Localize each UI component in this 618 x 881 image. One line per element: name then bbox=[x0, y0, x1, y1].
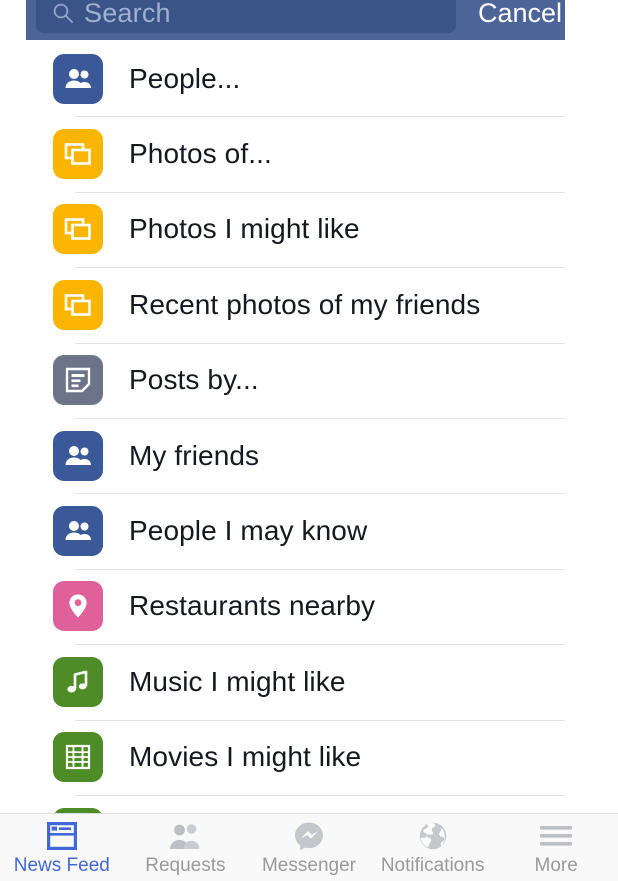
search-suggestions-list[interactable]: People... Photos of... Photos I might li… bbox=[0, 41, 565, 813]
bottom-tab-bar: News Feed Requests Messenger Notificatio… bbox=[0, 813, 618, 881]
tab-more[interactable]: More bbox=[494, 814, 618, 881]
list-item-label: People... bbox=[129, 62, 241, 94]
list-item-label: Photos of... bbox=[129, 138, 272, 170]
location-pin-icon bbox=[53, 581, 103, 632]
list-item-label: Photos I might like bbox=[129, 213, 360, 245]
search-icon bbox=[52, 2, 74, 24]
list-item-label: People I may know bbox=[129, 515, 368, 547]
hamburger-icon bbox=[539, 820, 573, 852]
list-item[interactable]: Recent photos of my friends bbox=[0, 267, 565, 342]
list-item[interactable]: Restaurants nearby bbox=[0, 568, 565, 644]
list-item-label: Recent photos of my friends bbox=[129, 288, 481, 320]
photos-icon bbox=[53, 279, 103, 330]
tab-messenger[interactable]: Messenger bbox=[247, 814, 371, 881]
post-icon bbox=[53, 355, 103, 406]
people-icon bbox=[53, 430, 103, 481]
list-item[interactable]: Movies I might like bbox=[0, 719, 565, 795]
list-item[interactable]: Posts by... bbox=[0, 342, 565, 418]
search-placeholder: Search bbox=[84, 0, 171, 28]
list-item[interactable]: Photos of... bbox=[0, 116, 565, 191]
friend-requests-icon bbox=[168, 820, 202, 852]
list-item-label: Movies I might like bbox=[129, 741, 362, 773]
list-item[interactable] bbox=[0, 794, 565, 813]
list-item-label: My friends bbox=[129, 439, 260, 471]
photos-icon bbox=[53, 129, 103, 180]
film-strip-icon bbox=[53, 732, 103, 783]
list-item-label: Posts by... bbox=[129, 364, 259, 396]
cancel-button[interactable]: Cancel bbox=[478, 0, 562, 29]
list-item[interactable]: People I may know bbox=[0, 493, 565, 568]
list-item-label: Music I might like bbox=[129, 665, 346, 697]
tab-notifications[interactable]: Notifications bbox=[371, 814, 495, 881]
list-item[interactable]: Music I might like bbox=[0, 644, 565, 719]
tab-label: Messenger bbox=[261, 855, 356, 876]
people-icon bbox=[53, 506, 103, 557]
tab-label: Notifications bbox=[380, 855, 485, 876]
tab-label: More bbox=[534, 855, 578, 876]
messenger-icon bbox=[294, 820, 324, 852]
search-header: Search Cancel bbox=[26, 0, 565, 40]
facebook-search-screen: Search Cancel People... Photos of... Pho… bbox=[0, 0, 618, 881]
list-item[interactable]: Photos I might like bbox=[0, 191, 565, 267]
tab-requests[interactable]: Requests bbox=[124, 814, 248, 881]
list-item-label: Restaurants nearby bbox=[129, 590, 376, 622]
search-input[interactable]: Search bbox=[36, 0, 456, 33]
tab-label: Requests bbox=[145, 855, 226, 876]
list-item[interactable]: People... bbox=[0, 41, 565, 116]
photos-icon bbox=[53, 204, 103, 255]
globe-icon bbox=[418, 820, 448, 852]
tab-news-feed[interactable]: News Feed bbox=[0, 814, 124, 881]
music-note-icon bbox=[53, 656, 103, 707]
tab-label: News Feed bbox=[13, 855, 110, 876]
news-feed-icon bbox=[46, 820, 77, 852]
list-item[interactable]: My friends bbox=[0, 417, 565, 493]
people-icon bbox=[53, 53, 103, 104]
